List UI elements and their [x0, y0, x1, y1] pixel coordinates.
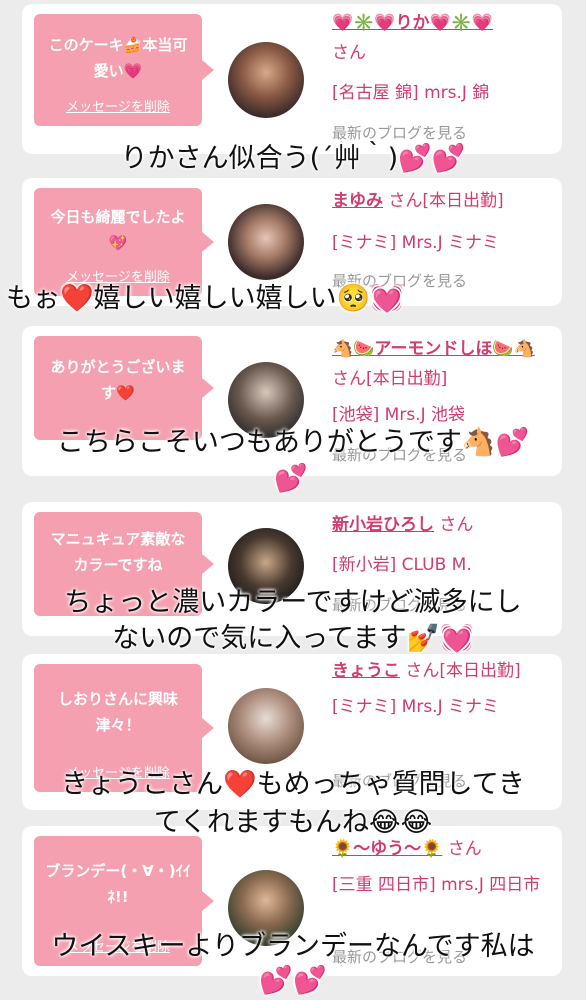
user-name-link[interactable]: まゆみ	[332, 191, 383, 211]
overlay-caption: もぉ❤️嬉しい嬉しい嬉しい🥺💓	[6, 283, 404, 314]
user-name-link[interactable]: 🐴🍉アーモンドしほ🍉🐴	[332, 339, 535, 359]
shop-location: [新小岩] CLUB M.	[332, 555, 472, 575]
message-bubble: このケーキ🍰本当可愛い💗 メッセージを削除	[34, 14, 214, 126]
user-info: 🐴🍉アーモンドしほ🍉🐴 さん[本日出勤] [池袋] Mrs.J 池袋	[332, 334, 552, 430]
avatar[interactable]	[228, 42, 304, 118]
message-text: しおりさんに興味津々！	[57, 690, 178, 734]
message-text: 今日も綺麗でしたよ💖	[50, 208, 186, 252]
message-text: マニュキュア素敵なカラーですね	[50, 530, 186, 574]
overlay-caption: ないので気に入ってます💅💓	[112, 623, 474, 654]
user-name-link[interactable]: 🌻〜ゆう〜🌻	[332, 839, 442, 859]
message-text: ブランデー(・∀・)ｲｲﾈ!!	[45, 862, 191, 906]
user-info: 新小岩ひろし さん [新小岩] CLUB M.	[332, 510, 552, 580]
user-info: 💗✳️💗りか💗✳️💗 さん [名古屋 錦] mrs.J 錦	[332, 8, 552, 108]
overlay-caption: てくれますもんね😂😂	[153, 807, 433, 838]
overlay-caption: 💕💕	[259, 965, 327, 996]
honorific: さん[本日出勤]	[405, 661, 521, 681]
shop-location: [ミナミ] Mrs.J ミナミ	[332, 697, 500, 717]
overlay-caption: ウイスキーよりブランデーなんです私は	[51, 931, 535, 962]
honorific: さん[本日出勤]	[388, 191, 504, 211]
honorific: さん[本日出勤]	[332, 369, 448, 389]
message-card: このケーキ🍰本当可愛い💗 メッセージを削除 💗✳️💗りか💗✳️💗 さん [名古屋…	[22, 4, 562, 154]
honorific: さん	[447, 839, 482, 859]
overlay-caption: ちょっと濃いカラーですけど滅多にし	[64, 587, 522, 618]
delete-message-link[interactable]: メッセージを削除	[34, 100, 202, 116]
shop-location: [ミナミ] Mrs.J ミナミ	[332, 233, 500, 253]
avatar[interactable]	[228, 204, 304, 280]
shop-location: [三重 四日市] mrs.J 四日市	[332, 875, 541, 895]
honorific: さん	[332, 43, 366, 63]
user-name-link[interactable]: 💗✳️💗りか💗✳️💗	[332, 13, 493, 33]
message-text: ありがとうございます❤️	[50, 358, 186, 402]
shop-location: [名古屋 錦] mrs.J 錦	[332, 83, 490, 103]
user-info: まゆみ さん[本日出勤] [ミナミ] Mrs.J ミナミ	[332, 186, 552, 258]
overlay-caption: こちらこそいつもありがとうです🐴💕	[56, 427, 530, 458]
user-name-link[interactable]: きょうこ	[332, 661, 400, 681]
user-info: 🌻〜ゆう〜🌻 さん [三重 四日市] mrs.J 四日市	[332, 834, 552, 900]
message-text: このケーキ🍰本当可愛い💗	[48, 36, 188, 80]
overlay-caption: りかさん似合う(´艸｀)💕💕	[120, 143, 466, 174]
overlay-caption: 💕	[274, 463, 308, 494]
avatar[interactable]	[228, 688, 304, 764]
overlay-caption: きょうこさん❤️もめっちゃ質問してき	[61, 769, 525, 800]
honorific: さん	[439, 515, 474, 535]
user-info: きょうこ さん[本日出勤] [ミナミ] Mrs.J ミナミ	[332, 656, 552, 722]
user-name-link[interactable]: 新小岩ひろし	[332, 515, 434, 535]
